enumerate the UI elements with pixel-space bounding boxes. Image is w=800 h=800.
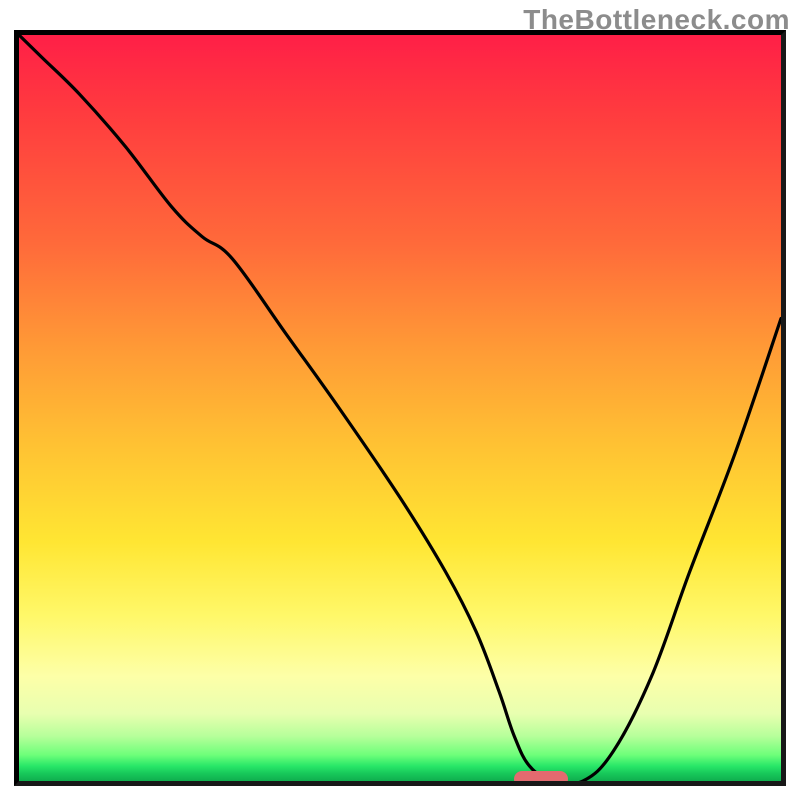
plot-area [14,30,786,786]
chart-container: TheBottleneck.com [0,0,800,800]
bottleneck-curve [19,35,781,781]
optimal-zone-marker [514,771,567,786]
watermark-text: TheBottleneck.com [523,4,790,36]
